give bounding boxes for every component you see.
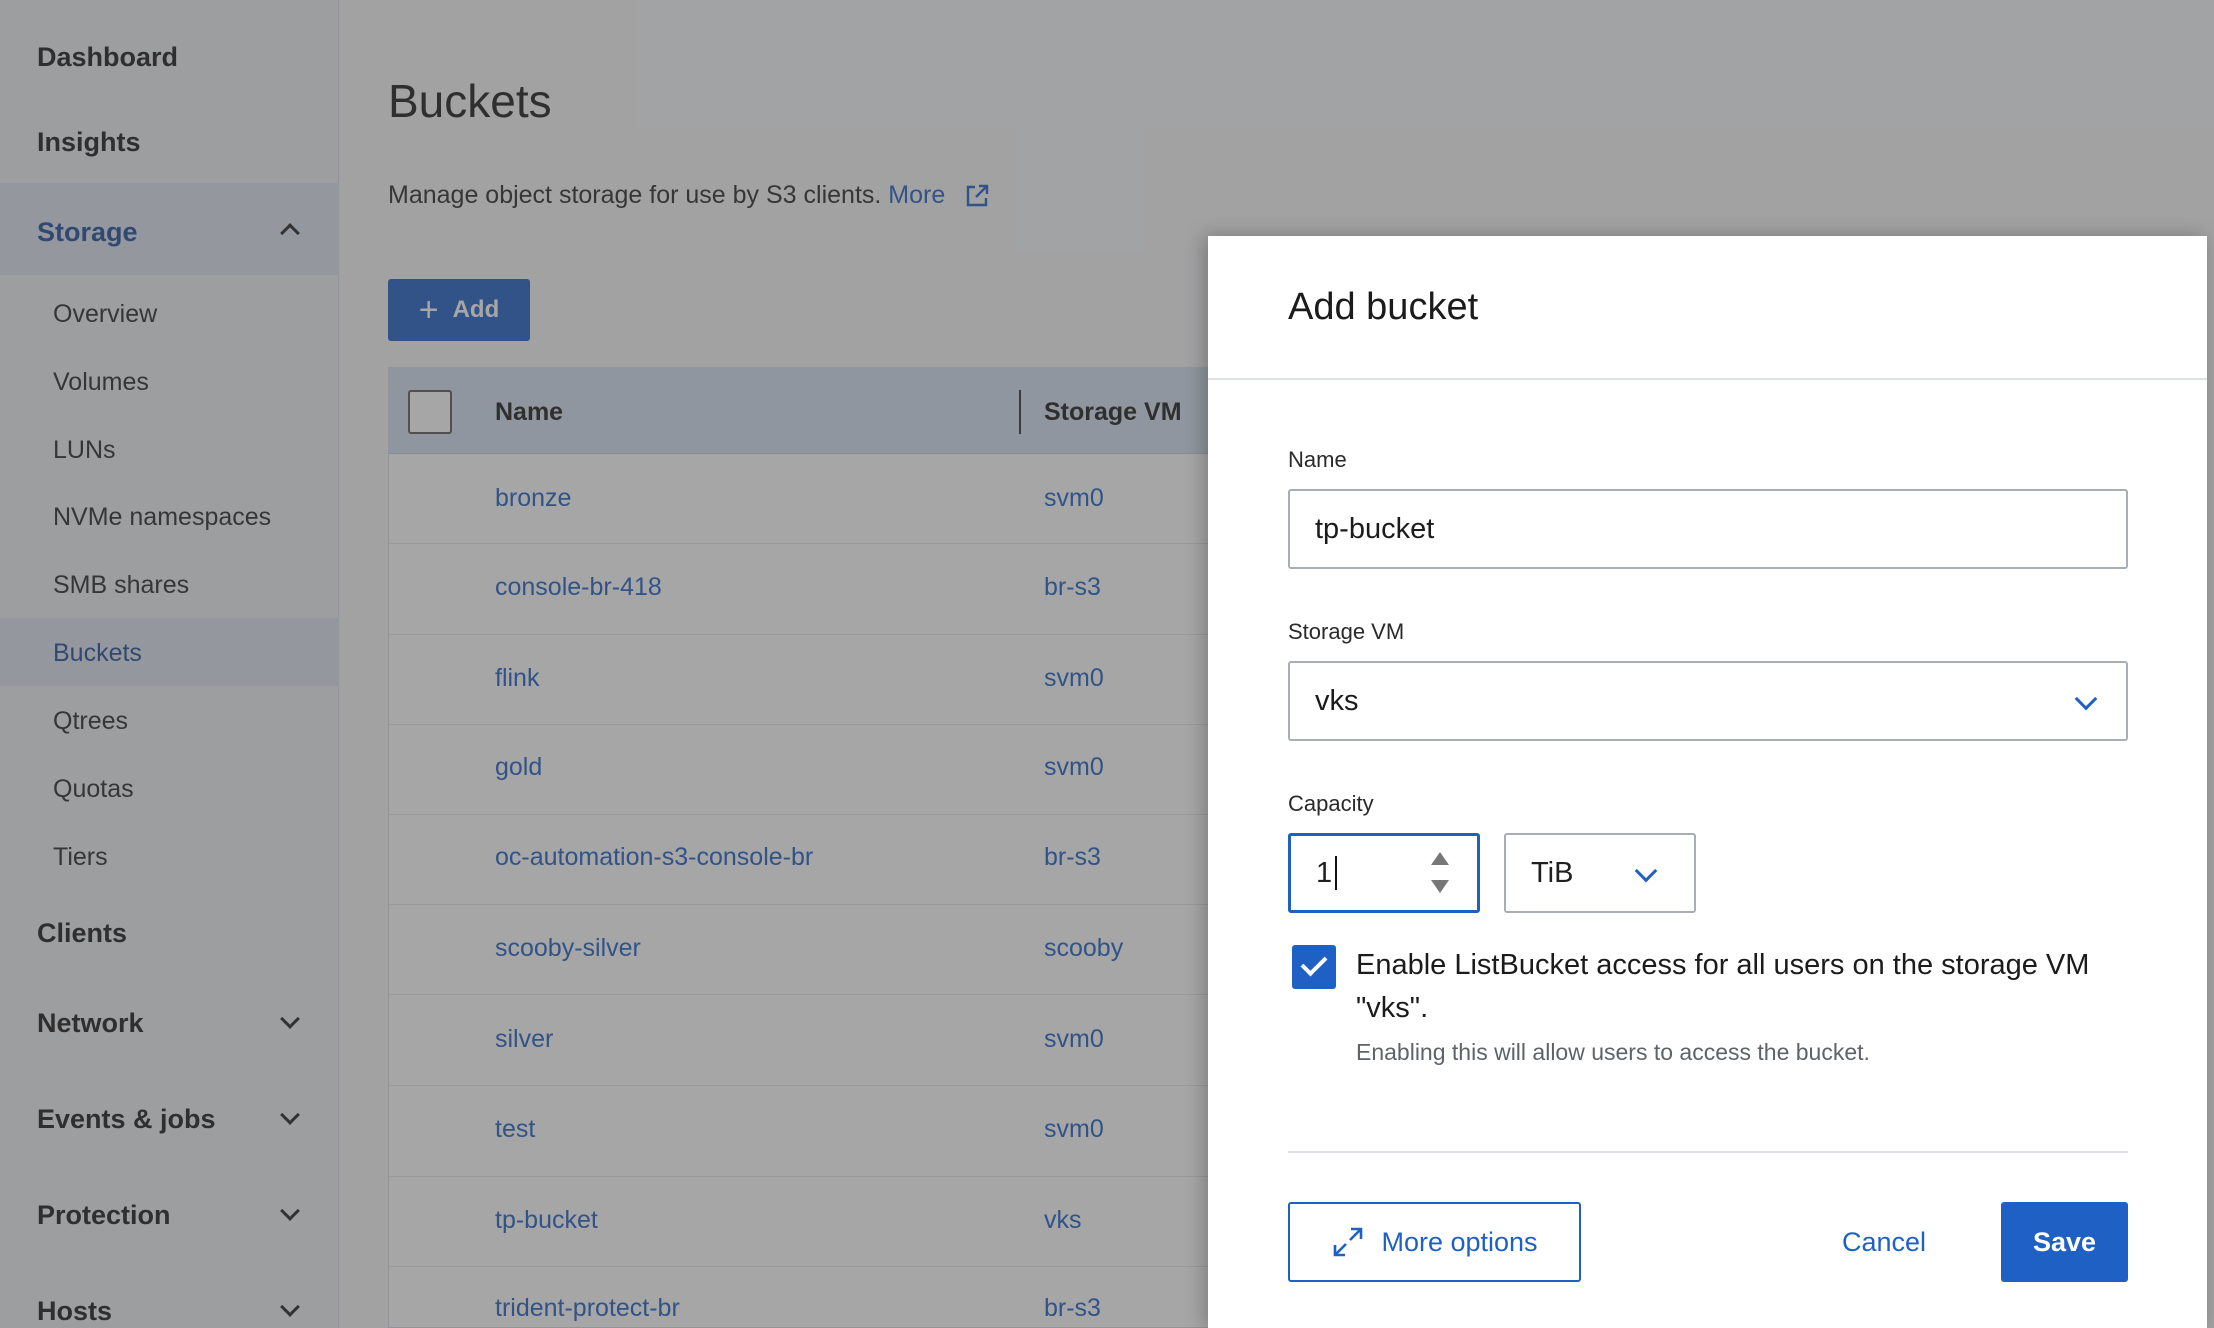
more-options-label: More options xyxy=(1381,1226,1538,1257)
increment-arrow-icon[interactable] xyxy=(1431,852,1449,865)
capacity-unit-value: TiB xyxy=(1531,856,1574,889)
dialog-title: Add bucket xyxy=(1288,286,1479,328)
name-label: Name xyxy=(1288,447,1347,472)
more-options-button[interactable]: More options xyxy=(1288,1202,1581,1282)
storage-vm-select[interactable]: vks xyxy=(1288,661,2128,741)
dialog-header-divider xyxy=(1208,378,2207,380)
add-bucket-dialog: Add bucket Name tp-bucket Storage VM vks… xyxy=(1208,236,2207,1328)
storage-vm-label: Storage VM xyxy=(1288,619,1405,644)
capacity-input[interactable]: 1 xyxy=(1288,833,1480,913)
text-cursor xyxy=(1335,856,1338,890)
chevron-down-icon xyxy=(1634,859,1658,883)
listbucket-help-text: Enabling this will allow users to access… xyxy=(1356,1039,1870,1065)
save-button[interactable]: Save xyxy=(2001,1202,2128,1282)
capacity-value: 1 xyxy=(1316,856,1333,889)
storage-vm-value: vks xyxy=(1315,684,1359,717)
decrement-arrow-icon[interactable] xyxy=(1431,880,1449,893)
cancel-button[interactable]: Cancel xyxy=(1842,1202,1926,1282)
capacity-unit-select[interactable]: TiB xyxy=(1504,833,1696,913)
dialog-footer-divider xyxy=(1288,1151,2128,1153)
name-input[interactable]: tp-bucket xyxy=(1288,489,2128,569)
capacity-label: Capacity xyxy=(1288,791,1374,816)
expand-icon xyxy=(1334,1227,1363,1257)
chevron-down-icon xyxy=(2074,687,2098,711)
listbucket-label[interactable]: Enable ListBucket access for all users o… xyxy=(1356,944,2146,1030)
listbucket-checkbox[interactable] xyxy=(1292,945,1336,989)
